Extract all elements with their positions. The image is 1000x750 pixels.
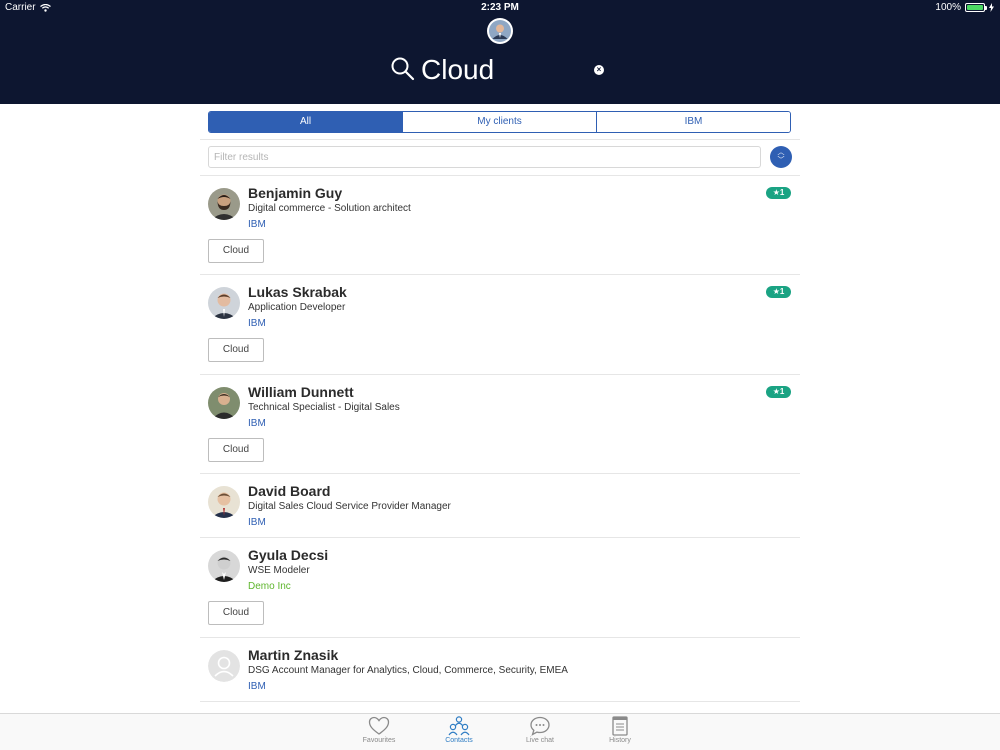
divider <box>200 139 800 140</box>
search-header: Carrier 2:23 PM 100% Cloud × <box>0 0 1000 104</box>
contact-avatar <box>208 188 240 220</box>
contact-company[interactable]: IBM <box>248 517 266 528</box>
placeholder-avatar-icon <box>208 650 240 682</box>
search-bar[interactable]: Cloud × <box>390 52 610 88</box>
contact-name: Benjamin Guy <box>248 185 343 201</box>
contact-name: William Dunnett <box>248 384 354 400</box>
favourite-count-badge: ★1 <box>766 187 791 199</box>
contacts-icon <box>448 716 470 736</box>
segment-all[interactable]: All <box>209 112 402 132</box>
contact-company[interactable]: IBM <box>248 681 266 692</box>
contact-title: Digital Sales Cloud Service Provider Man… <box>248 501 451 512</box>
segment-my-clients[interactable]: My clients <box>402 112 596 132</box>
contact-title: WSE Modeler <box>248 565 310 576</box>
contact-row[interactable]: Benjamin Guy Digital commerce - Solution… <box>200 176 800 274</box>
contact-company[interactable]: IBM <box>248 219 266 230</box>
tab-live-chat[interactable]: Live chat <box>510 716 570 750</box>
status-bar: Carrier 2:23 PM 100% <box>0 0 1000 16</box>
battery-percent: 100% <box>935 2 961 13</box>
contact-row[interactable]: David Board Digital Sales Cloud Service … <box>200 474 800 537</box>
contact-title: DSG Account Manager for Analytics, Cloud… <box>248 665 568 676</box>
contact-company[interactable]: IBM <box>248 318 266 329</box>
contact-company[interactable]: IBM <box>248 418 266 429</box>
heart-icon <box>368 716 390 735</box>
contact-title: Technical Specialist - Digital Sales <box>248 402 400 413</box>
cloud-tag[interactable]: Cloud <box>208 239 264 263</box>
contact-avatar <box>208 486 240 518</box>
tab-history[interactable]: History <box>590 716 650 750</box>
divider <box>200 701 800 702</box>
cloud-tag[interactable]: Cloud <box>208 438 264 462</box>
contact-row[interactable]: William Dunnett Technical Specialist - D… <box>200 375 800 473</box>
contact-title: Application Developer <box>248 302 346 313</box>
contact-row[interactable]: Gyula Decsi WSE Modeler Demo Inc Cloud <box>200 538 800 637</box>
sort-button[interactable]: ︿ ﹀ <box>770 146 792 168</box>
cloud-tag[interactable]: Cloud <box>208 601 264 625</box>
segment-ibm[interactable]: IBM <box>596 112 790 132</box>
contact-avatar <box>208 387 240 419</box>
contact-avatar <box>208 550 240 582</box>
sort-chevrons-icon: ︿ ﹀ <box>777 149 785 164</box>
contact-row[interactable]: Martin Znasik DSG Account Manager for An… <box>200 638 800 701</box>
cloud-tag[interactable]: Cloud <box>208 338 264 362</box>
charging-bolt-icon <box>989 3 994 12</box>
contact-row[interactable]: Lukas Skrabak Application Developer IBM … <box>200 275 800 374</box>
contact-name: David Board <box>248 483 331 499</box>
battery-icon <box>965 3 987 12</box>
tab-label: Live chat <box>525 737 555 744</box>
tab-bar: Favourites Contacts Live chat History <box>0 713 1000 750</box>
segmented-control: All My clients IBM <box>208 111 791 133</box>
status-time: 2:23 PM <box>481 2 519 13</box>
tab-favourites[interactable]: Favourites <box>349 716 409 750</box>
contact-name: Lukas Skrabak <box>248 284 347 300</box>
contact-avatar <box>208 287 240 319</box>
tab-contacts[interactable]: Contacts <box>429 716 489 750</box>
contact-name: Martin Znasik <box>248 647 339 663</box>
tab-label: History <box>609 737 631 744</box>
filter-results-input[interactable] <box>208 146 761 168</box>
contact-name: Gyula Decsi <box>248 547 329 563</box>
search-icon <box>391 57 415 81</box>
search-query[interactable]: Cloud <box>421 52 494 88</box>
tab-label: Contacts <box>445 737 473 744</box>
tab-label: Favourites <box>362 737 396 744</box>
favourite-count-badge: ★1 <box>766 286 791 298</box>
history-document-icon <box>612 716 628 736</box>
favourite-count-badge: ★1 <box>766 386 791 398</box>
chat-bubble-icon <box>530 716 550 736</box>
contact-title: Digital commerce - Solution architect <box>248 203 411 214</box>
contact-company[interactable]: Demo Inc <box>248 581 291 592</box>
clear-search-icon[interactable]: × <box>594 65 604 75</box>
profile-avatar[interactable] <box>487 18 513 44</box>
